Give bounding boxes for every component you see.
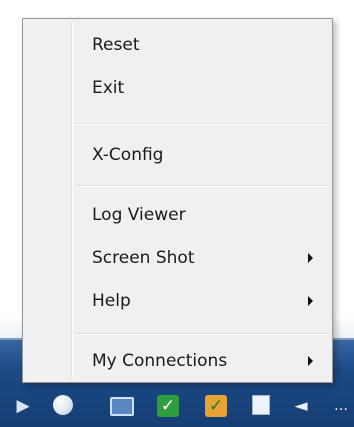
menu-item-label: X-Config <box>92 145 164 165</box>
menu-item-label: Log Viewer <box>92 205 186 225</box>
green-check-icon[interactable]: ✓ <box>157 395 179 417</box>
menu-separator <box>75 333 329 334</box>
flag-icon[interactable]: ▶ <box>12 395 34 417</box>
menu-item-my-connections[interactable]: My Connections <box>26 343 329 379</box>
menu-item-screen-shot[interactable]: Screen Shot <box>26 240 329 276</box>
document-icon[interactable] <box>252 395 270 415</box>
menu-item-x-config[interactable]: X-Config <box>26 137 329 173</box>
menu-item-help[interactable]: Help <box>26 283 329 319</box>
menu-item-label: Help <box>92 291 131 311</box>
menu-item-label: Reset <box>92 35 140 55</box>
menu-separator <box>75 185 329 186</box>
monitor-icon[interactable] <box>110 397 134 416</box>
menu-item-label: Exit <box>92 78 125 98</box>
menu-item-label: My Connections <box>92 351 228 371</box>
orange-check-icon[interactable]: ✓ <box>205 395 227 417</box>
submenu-arrow-icon <box>308 356 313 366</box>
menu-item-exit[interactable]: Exit <box>26 70 329 106</box>
submenu-arrow-icon <box>308 296 313 306</box>
menu-separator <box>75 123 329 124</box>
submenu-arrow-icon <box>308 253 313 263</box>
speaker-icon[interactable]: ◄ <box>290 395 312 417</box>
menu-item-label: Screen Shot <box>92 248 195 268</box>
context-menu: Reset Exit X-Config Log Viewer Screen Sh… <box>22 18 333 383</box>
menu-item-reset[interactable]: Reset <box>26 27 329 63</box>
circle-app-icon[interactable] <box>53 395 73 415</box>
menu-item-log-viewer[interactable]: Log Viewer <box>26 197 329 233</box>
more-icon[interactable]: … <box>330 395 352 417</box>
